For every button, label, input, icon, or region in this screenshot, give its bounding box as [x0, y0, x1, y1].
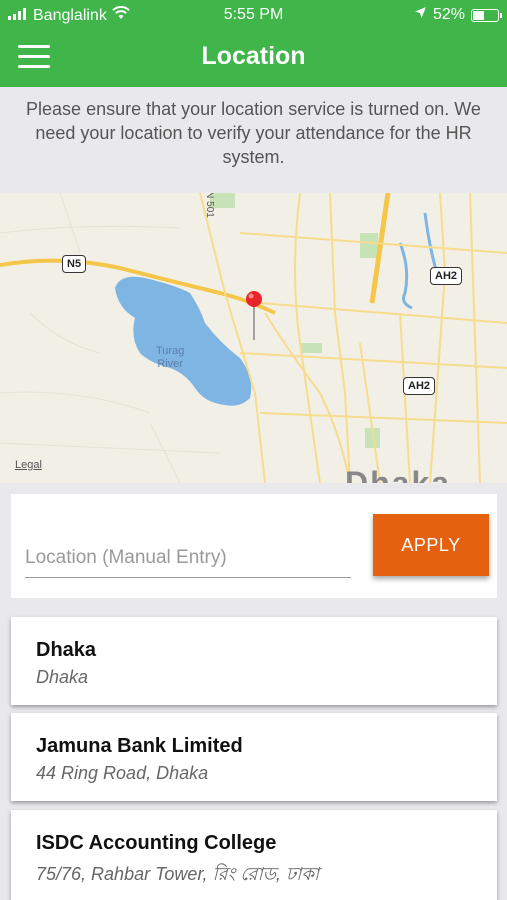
location-arrow-icon [414, 6, 427, 24]
road-n5-label: N5 [62, 255, 87, 273]
result-address: Dhaka [36, 667, 89, 687]
location-input[interactable] [25, 538, 351, 578]
battery-level [473, 10, 484, 20]
result-address: 44 Ring Road, Dhaka [36, 763, 209, 783]
map-legal-link[interactable]: Legal [15, 459, 42, 471]
location-result-item[interactable]: Jamuna Bank Limited 44 Ring Road, Dhaka [11, 713, 497, 801]
result-name: Dhaka [36, 639, 97, 661]
navbar: Location [0, 30, 507, 87]
manual-entry-card: APPLY [11, 494, 497, 598]
status-bar: Banglalink 5:55 PM 52% [0, 0, 507, 30]
road-n501-label: N 501 [203, 193, 215, 218]
road-ah2-label-top: AH2 [430, 267, 463, 285]
river-label: Turag River [156, 345, 185, 370]
city-label: Dhaka [345, 465, 452, 483]
battery-icon [471, 8, 502, 22]
result-name: Jamuna Bank Limited [36, 735, 243, 757]
result-address: 75/76, Rahbar Tower, রিং রোড, ঢাকা [36, 864, 320, 884]
apply-button[interactable]: APPLY [373, 514, 489, 576]
location-result-item[interactable]: ISDC Accounting College 75/76, Rahbar To… [11, 810, 497, 900]
location-notice: Please ensure that your location service… [0, 87, 507, 193]
battery-percent: 52% [432, 6, 465, 23]
map-graphic [0, 193, 507, 483]
result-name: ISDC Accounting College [36, 832, 277, 854]
page-title: Location [201, 42, 306, 70]
location-result-item[interactable]: Dhaka Dhaka [11, 617, 497, 705]
map-view[interactable]: N5 AH2 AH2 N 501 Turag River Dhaka Legal [0, 193, 507, 483]
status-right: 52% [414, 6, 502, 24]
road-ah2-label-bottom: AH2 [403, 377, 436, 395]
